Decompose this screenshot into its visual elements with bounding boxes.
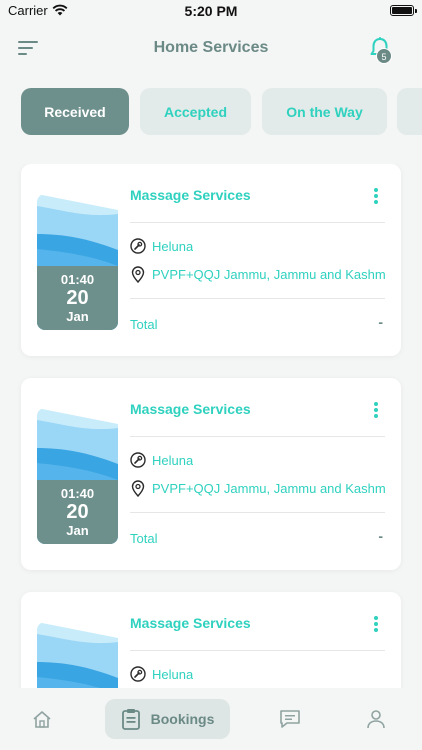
nav-profile[interactable] bbox=[356, 699, 396, 739]
provider-name: Heluna bbox=[152, 666, 194, 682]
clock: 5:20 PM bbox=[184, 3, 238, 19]
divider bbox=[130, 436, 385, 437]
wrench-icon bbox=[130, 666, 146, 682]
divider bbox=[130, 298, 385, 299]
home-icon bbox=[33, 710, 51, 728]
booking-month: Jan bbox=[66, 309, 89, 324]
location-pin-icon bbox=[131, 265, 145, 283]
nav-bookings[interactable]: Bookings bbox=[105, 699, 230, 739]
nav-home[interactable] bbox=[22, 699, 62, 739]
provider-row: Heluna bbox=[130, 237, 385, 255]
user-icon bbox=[367, 710, 385, 729]
total-label: Total bbox=[130, 531, 158, 546]
tab-received[interactable]: Received bbox=[21, 88, 129, 135]
booking-card[interactable]: 01:40 20 Jan Massage Services Heluna PVP… bbox=[21, 378, 401, 570]
total-label: Total bbox=[130, 317, 158, 332]
booking-card[interactable]: 01:40 20 Jan Massage Services Heluna PVP… bbox=[21, 164, 401, 356]
address-row: PVPF+QQJ Jammu, Jammu and Kashmir bbox=[130, 479, 385, 497]
date-box: 01:40 20 Jan bbox=[37, 266, 118, 330]
service-thumbnail: 01:40 20 Jan bbox=[37, 194, 118, 330]
status-bar: Carrier 5:20 PM bbox=[0, 0, 422, 22]
date-box: 01:40 20 Jan bbox=[37, 480, 118, 544]
service-title: Massage Services bbox=[130, 615, 251, 631]
service-title: Massage Services bbox=[130, 401, 251, 417]
service-title: Massage Services bbox=[130, 187, 251, 203]
service-thumbnail: 01:40 20 Jan bbox=[37, 408, 118, 544]
tab-next-partial[interactable] bbox=[397, 88, 422, 135]
tab-on-the-way[interactable]: On the Way bbox=[262, 88, 387, 135]
divider bbox=[130, 222, 385, 223]
provider-name: Heluna bbox=[152, 452, 194, 468]
address-row: PVPF+QQJ Jammu, Jammu and Kashmir bbox=[130, 265, 385, 283]
nav-chat[interactable] bbox=[270, 699, 310, 739]
booking-card[interactable]: Massage Services Heluna bbox=[21, 592, 401, 688]
wrench-icon bbox=[130, 238, 146, 254]
more-options-icon[interactable] bbox=[371, 400, 381, 420]
tab-accepted[interactable]: Accepted bbox=[140, 88, 251, 135]
more-options-icon[interactable] bbox=[371, 614, 381, 634]
booking-time: 01:40 bbox=[60, 486, 95, 501]
total-value: - bbox=[378, 314, 383, 330]
page-title: Home Services bbox=[153, 39, 269, 56]
service-thumbnail bbox=[37, 622, 118, 688]
address-text: PVPF+QQJ Jammu, Jammu and Kashmir bbox=[152, 480, 385, 496]
provider-name: Heluna bbox=[152, 238, 194, 254]
booking-time: 01:40 bbox=[60, 272, 95, 287]
booking-day: 20 bbox=[66, 287, 89, 309]
booking-day: 20 bbox=[66, 501, 89, 523]
wrench-icon bbox=[130, 452, 146, 468]
bottom-nav: Bookings bbox=[0, 688, 422, 750]
chat-icon bbox=[280, 710, 300, 728]
notification-badge: 5 bbox=[376, 48, 392, 64]
booking-list: 01:40 20 Jan Massage Services Heluna PVP… bbox=[0, 164, 422, 688]
location-pin-icon bbox=[131, 479, 145, 497]
status-tabs: Received Accepted On the Way bbox=[0, 88, 422, 136]
booking-month: Jan bbox=[66, 523, 89, 538]
address-text: PVPF+QQJ Jammu, Jammu and Kashmir bbox=[152, 266, 385, 282]
divider bbox=[130, 512, 385, 513]
clipboard-icon bbox=[121, 709, 140, 730]
provider-row: Heluna bbox=[130, 665, 385, 683]
more-options-icon[interactable] bbox=[371, 186, 381, 206]
battery-icon bbox=[390, 5, 417, 16]
total-value: - bbox=[378, 528, 383, 544]
app-header: Home Services 5 bbox=[0, 28, 422, 68]
divider bbox=[130, 650, 385, 651]
nav-bookings-label: Bookings bbox=[150, 711, 215, 727]
provider-row: Heluna bbox=[130, 451, 385, 469]
